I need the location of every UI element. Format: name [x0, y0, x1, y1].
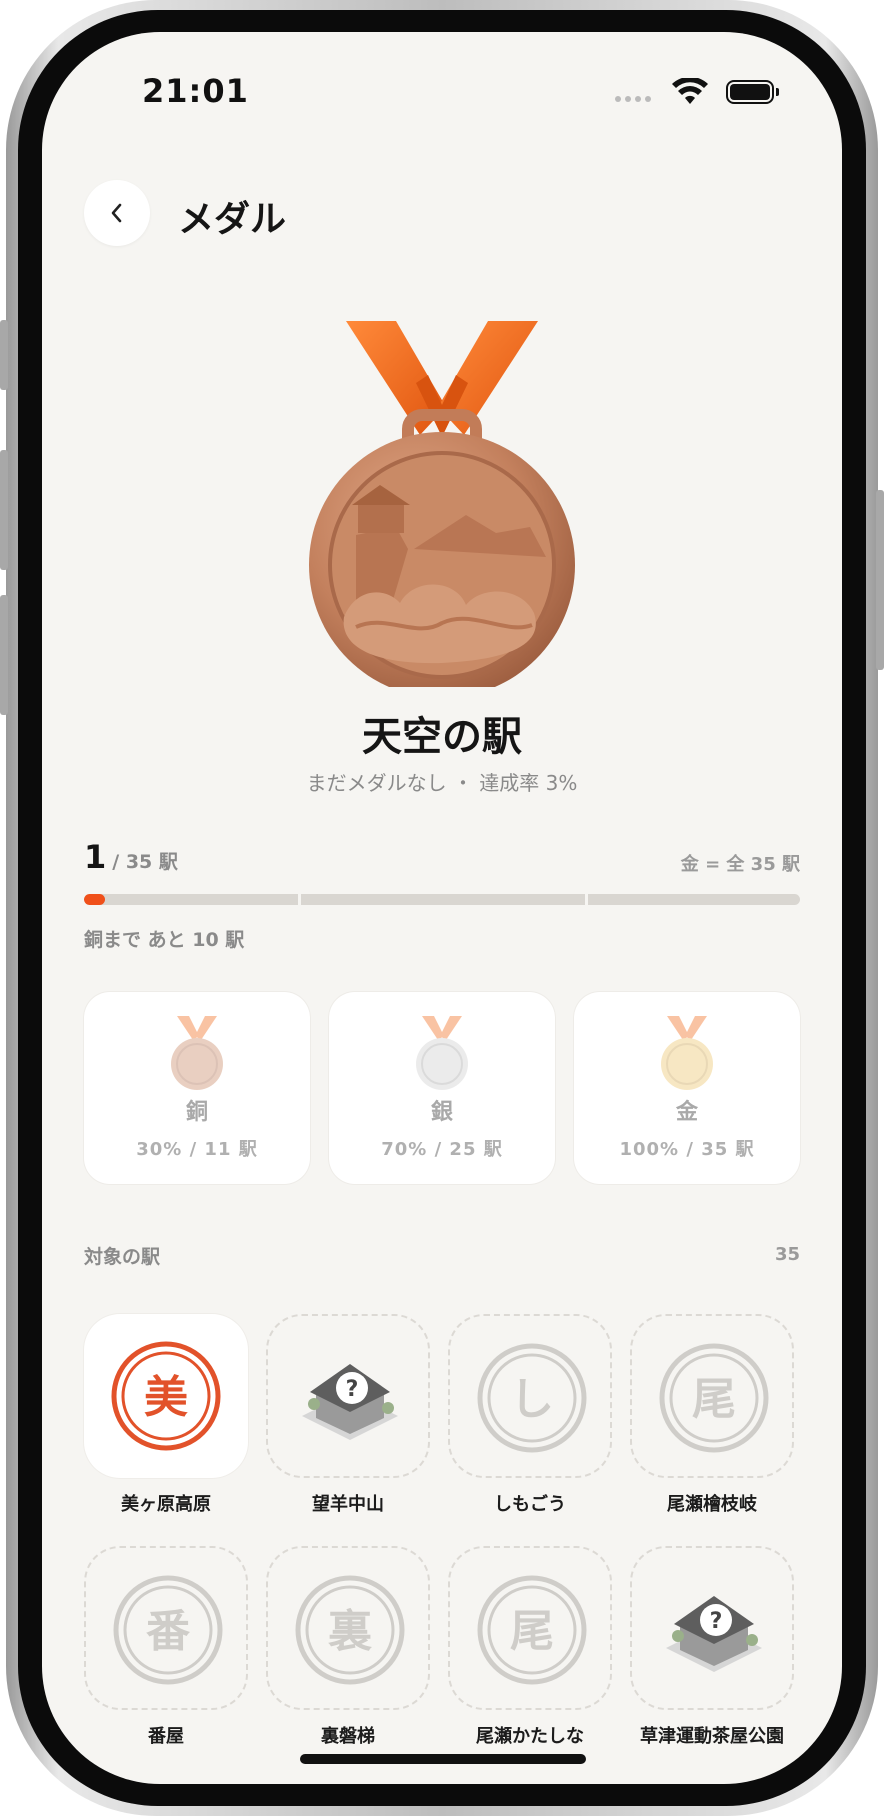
station-stamp-icon: 尾 [659, 1343, 769, 1453]
station-item[interactable]: 尾尾瀬かたしな [448, 1546, 612, 1748]
station-item[interactable]: ? 望羊中山 [266, 1314, 430, 1516]
unknown-station-icon: ? [302, 1364, 398, 1440]
progress-bar-fill [84, 894, 106, 905]
station-stamp-char: し [510, 1374, 554, 1425]
station-name: 番屋 [148, 1726, 184, 1747]
tier-requirement: 30% / 11 駅 [136, 1139, 258, 1160]
back-button[interactable] [84, 180, 150, 246]
station-name: 尾瀬かたしな [476, 1726, 584, 1747]
tier-name: 金 [675, 1100, 698, 1125]
remaining-text: 銅まで あと 10 駅 [84, 929, 245, 951]
medal-name: 天空の駅 [362, 714, 522, 760]
volume-up-button [0, 450, 8, 570]
station-stamp-icon: し [477, 1343, 587, 1453]
station-name: 尾瀬檜枝岐 [667, 1494, 757, 1515]
station-item[interactable]: ? 草津運動茶屋公園 [630, 1546, 794, 1748]
station-tile[interactable]: 尾 [630, 1314, 794, 1478]
station-tile[interactable]: ? [630, 1546, 794, 1710]
progress-bar-divider [585, 894, 588, 905]
station-item[interactable]: 美美ヶ原高原 [84, 1314, 248, 1516]
station-tile[interactable]: 番 [84, 1546, 248, 1710]
progress-total: / 35 駅 [112, 851, 178, 873]
station-name: 望羊中山 [312, 1494, 384, 1515]
station-item[interactable]: ししもごう [448, 1314, 612, 1516]
gold-medal-icon [661, 1016, 713, 1090]
station-stamp-char: 美 [144, 1372, 188, 1423]
gold-requirement: 金 = 全 35 駅 [680, 854, 800, 875]
progress-count: 1/ 35 駅 [84, 838, 178, 876]
tier-card-gold[interactable]: 金 100% / 35 駅 [574, 992, 800, 1184]
station-tile[interactable]: ? [266, 1314, 430, 1478]
battery-icon [726, 80, 774, 104]
tier-card-bronze[interactable]: 銅 30% / 11 駅 [84, 992, 310, 1184]
signal-dots-icon [615, 96, 651, 102]
bronze-medal-icon [171, 1016, 223, 1090]
station-tile[interactable]: し [448, 1314, 612, 1478]
chevron-left-icon [111, 203, 122, 223]
station-tile[interactable]: 美 [84, 1314, 248, 1478]
tier-card-silver[interactable]: 銀 70% / 25 駅 [329, 992, 555, 1184]
tier-requirement: 100% / 35 駅 [619, 1139, 755, 1160]
station-stamp-icon: 番 [113, 1575, 223, 1685]
section-count: 35 [774, 1244, 800, 1265]
station-name: 裏磐梯 [321, 1726, 375, 1747]
bronze-medal-icon [309, 321, 575, 687]
power-button [876, 490, 884, 670]
tier-name: 銅 [185, 1100, 208, 1125]
medal-subtitle: まだメダルなし ・ 達成率 3% [306, 771, 578, 795]
station-stamp-icon: 美 [111, 1341, 221, 1451]
page-title: メダル [178, 199, 287, 240]
station-name: 美ヶ原高原 [121, 1494, 211, 1515]
action-button [0, 320, 8, 390]
progress-current: 1 [84, 838, 107, 876]
station-tile[interactable]: 裏 [266, 1546, 430, 1710]
station-tile[interactable]: 尾 [448, 1546, 612, 1710]
svg-text:?: ? [710, 1609, 723, 1634]
progress-bar-divider [298, 894, 301, 905]
station-stamp-char: 裏 [328, 1606, 372, 1657]
silver-medal-icon [416, 1016, 468, 1090]
wifi-icon [672, 78, 708, 104]
station-stamp-icon: 裏 [295, 1575, 405, 1685]
station-item[interactable]: 裏裏磐梯 [266, 1546, 430, 1748]
station-stamp-icon: 尾 [477, 1575, 587, 1685]
station-name: しもごう [494, 1494, 566, 1515]
station-stamp-char: 尾 [692, 1374, 736, 1425]
station-stamp-char: 番 [146, 1606, 191, 1657]
screen: 21:01 メダル 天空の駅 まだメダルなし ・ 達成率 3% 1 / 35 駅… [42, 32, 842, 1784]
svg-text:?: ? [346, 1377, 359, 1402]
tier-requirement: 70% / 25 駅 [381, 1139, 503, 1160]
station-item[interactable]: 尾尾瀬檜枝岐 [630, 1314, 794, 1516]
station-item[interactable]: 番番屋 [84, 1546, 248, 1748]
status-time: 21:01 [142, 72, 249, 110]
unknown-station-icon: ? [666, 1596, 762, 1672]
tier-name: 銀 [430, 1100, 453, 1125]
volume-down-button [0, 595, 8, 715]
station-name: 草津運動茶屋公園 [640, 1726, 784, 1747]
progress-bar [84, 894, 800, 905]
home-indicator[interactable] [300, 1754, 586, 1764]
station-stamp-char: 尾 [510, 1606, 554, 1657]
battery-tip [776, 88, 779, 96]
section-label: 対象の駅 [84, 1246, 161, 1268]
